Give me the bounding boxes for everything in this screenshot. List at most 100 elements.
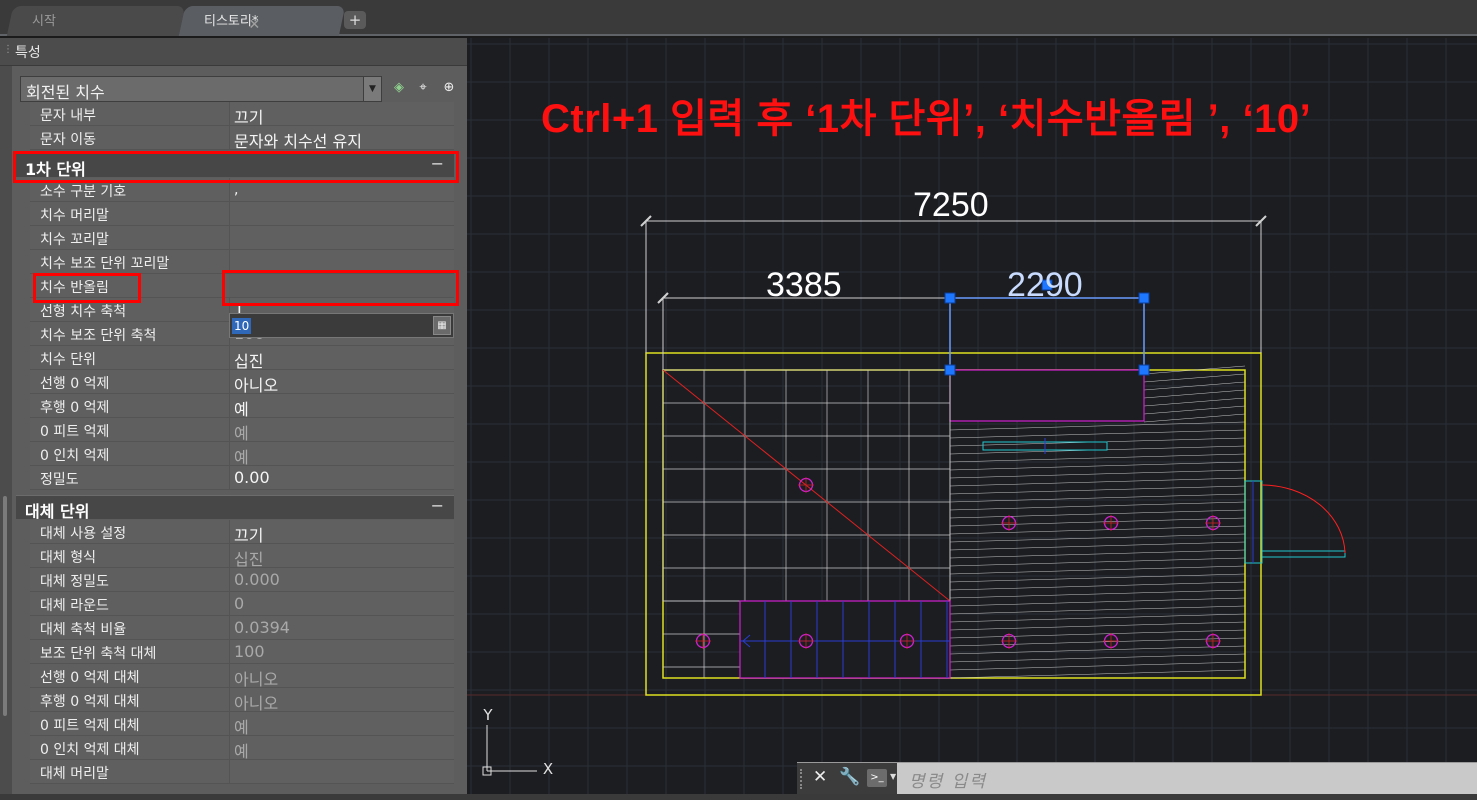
command-input[interactable]: 명령 입력: [909, 767, 987, 792]
property-value[interactable]: 예: [229, 712, 454, 735]
property-name: 0 인치 억제: [30, 442, 229, 465]
hatch-line: [949, 565, 1246, 575]
collapse-icon[interactable]: −: [431, 154, 444, 173]
property-value[interactable]: 0.0394: [229, 616, 454, 639]
dimension-selected-text[interactable]: 2290: [1007, 266, 1083, 305]
property-row[interactable]: 0 피트 억제 대체 예: [30, 712, 454, 736]
chevron-down-icon[interactable]: ▼: [363, 77, 381, 101]
property-row[interactable]: 치수 꼬리말: [30, 226, 454, 250]
new-tab-button[interactable]: +: [344, 11, 366, 29]
tab-history-drawing[interactable]: 티스토리* ✕: [178, 6, 346, 36]
property-name: 치수 반올림: [30, 274, 229, 297]
property-value[interactable]: 아니오: [229, 688, 454, 711]
property-name: 0 인치 억제 대체: [30, 736, 229, 759]
property-value[interactable]: 십진: [229, 346, 454, 369]
property-value[interactable]: 예: [229, 394, 454, 417]
property-row[interactable]: 소수 구분 기호,: [30, 178, 454, 202]
property-value[interactable]: ,: [229, 178, 454, 201]
property-row[interactable]: 대체 형식 십진: [30, 544, 454, 568]
hatch-line: [949, 517, 1246, 527]
property-row[interactable]: 0 피트 억제 예: [30, 418, 454, 442]
object-type-select[interactable]: 회전된 치수 ▼: [20, 76, 382, 102]
dimension-rounding-input[interactable]: 10 ▦: [229, 313, 454, 338]
property-name: 대체 머리말: [30, 760, 229, 783]
property-row[interactable]: 대체 라운드 0: [30, 592, 454, 616]
close-tab-icon[interactable]: ✕: [248, 17, 260, 33]
drag-grip-icon[interactable]: ⋮: [3, 44, 13, 55]
property-value[interactable]: 예: [229, 736, 454, 759]
property-value[interactable]: 십진: [229, 544, 454, 567]
property-row[interactable]: 0 인치 억제 대체 예: [30, 736, 454, 760]
property-row[interactable]: 치수 머리말: [30, 202, 454, 226]
property-value[interactable]: 0.000: [229, 568, 454, 591]
property-value[interactable]: 문자와 치수선 유지: [229, 126, 454, 149]
property-name: 대체 축척 비율: [30, 616, 229, 639]
hatch-line: [1143, 389, 1246, 399]
drawing-canvas[interactable]: YX Ctrl+1 입력 후 ‘1차 단위’, ‘치수반올림 ’, ‘10’ 7…: [467, 38, 1477, 800]
property-row[interactable]: 후행 0 억제 대체 아니오: [30, 688, 454, 712]
property-value[interactable]: 아니오: [229, 664, 454, 687]
property-value[interactable]: [229, 202, 454, 225]
palette-side-bar: [0, 66, 12, 800]
panel-scrollbar[interactable]: [3, 496, 7, 716]
hatch-line: [1143, 373, 1246, 383]
property-row[interactable]: 선행 0 억제 대체 아니오: [30, 664, 454, 688]
dimension-total-text[interactable]: 7250: [913, 186, 989, 225]
property-value[interactable]: 0.00: [229, 466, 454, 489]
property-name: 대체 형식: [30, 544, 229, 567]
close-icon[interactable]: ✕: [813, 767, 827, 787]
property-value[interactable]: [229, 250, 454, 273]
property-row-rounding[interactable]: 치수 반올림: [30, 274, 454, 298]
property-name: 후행 0 억제: [30, 394, 229, 417]
property-value[interactable]: 끄기: [229, 520, 454, 543]
chevron-down-icon[interactable]: ▼: [890, 772, 896, 781]
property-value[interactable]: [229, 226, 454, 249]
toggle-pickadd-icon[interactable]: ⊕: [440, 78, 458, 98]
property-value[interactable]: 100: [229, 640, 454, 663]
ucs-x-label: X: [543, 760, 553, 778]
hatch-line: [949, 461, 1246, 471]
property-value[interactable]: 아니오: [229, 370, 454, 393]
select-objects-icon[interactable]: ⌖: [414, 78, 432, 98]
property-row[interactable]: 대체 사용 설정 끄기: [30, 520, 454, 544]
hatch-line: [949, 653, 1246, 663]
floor-plan-drawing[interactable]: YX: [467, 38, 1477, 800]
rounding-selected-value[interactable]: 10: [232, 318, 252, 334]
property-row[interactable]: 문자 이동 문자와 치수선 유지: [30, 126, 454, 150]
property-row[interactable]: 대체 머리말: [30, 760, 454, 784]
property-row[interactable]: 문자 내부 끄기: [30, 102, 454, 126]
hatch-line: [949, 661, 1246, 671]
section-primary-units[interactable]: 1차 단위 −: [16, 153, 454, 179]
property-row[interactable]: 보조 단위 축척 대체 100: [30, 640, 454, 664]
properties-palette: ⋮ 특성 회전된 치수 ▼ ◈ ⌖ ⊕ 문자 내부 끄기 문자 이동 문자와 치수선 …: [0, 38, 467, 800]
wrench-icon[interactable]: 🔧: [839, 767, 860, 787]
dimension-left-text[interactable]: 3385: [766, 266, 842, 305]
property-row[interactable]: 후행 0 억제 예: [30, 394, 454, 418]
property-row[interactable]: 정밀도 0.00: [30, 466, 454, 490]
hatch-line: [949, 573, 1246, 583]
collapse-icon[interactable]: −: [431, 496, 444, 515]
property-value[interactable]: 0: [229, 592, 454, 615]
furniture-box: [739, 600, 951, 679]
quick-select-icon[interactable]: ◈: [390, 78, 408, 98]
command-grip-icon[interactable]: [800, 769, 804, 789]
property-value[interactable]: [229, 760, 454, 783]
hatch-line: [949, 549, 1246, 559]
property-row[interactable]: 치수 단위 십진: [30, 346, 454, 370]
properties-title: 특성: [15, 45, 41, 61]
command-prompt-icon[interactable]: >_: [867, 769, 887, 787]
property-value[interactable]: 끄기: [229, 102, 454, 125]
hatch-line: [949, 629, 1246, 639]
tab-start[interactable]: 시작: [6, 6, 186, 36]
property-row[interactable]: 대체 축척 비율 0.0394: [30, 616, 454, 640]
hatch-line: [949, 621, 1246, 631]
property-value[interactable]: 예: [229, 442, 454, 465]
property-row[interactable]: 대체 정밀도 0.000: [30, 568, 454, 592]
hatch-line: [949, 477, 1246, 487]
section-alternate-units[interactable]: 대체 단위 −: [16, 495, 454, 521]
property-row[interactable]: 선행 0 억제 아니오: [30, 370, 454, 394]
property-row[interactable]: 0 인치 억제 예: [30, 442, 454, 466]
property-value[interactable]: 예: [229, 418, 454, 441]
calculator-icon[interactable]: ▦: [433, 316, 451, 335]
property-row[interactable]: 치수 보조 단위 꼬리말: [30, 250, 454, 274]
